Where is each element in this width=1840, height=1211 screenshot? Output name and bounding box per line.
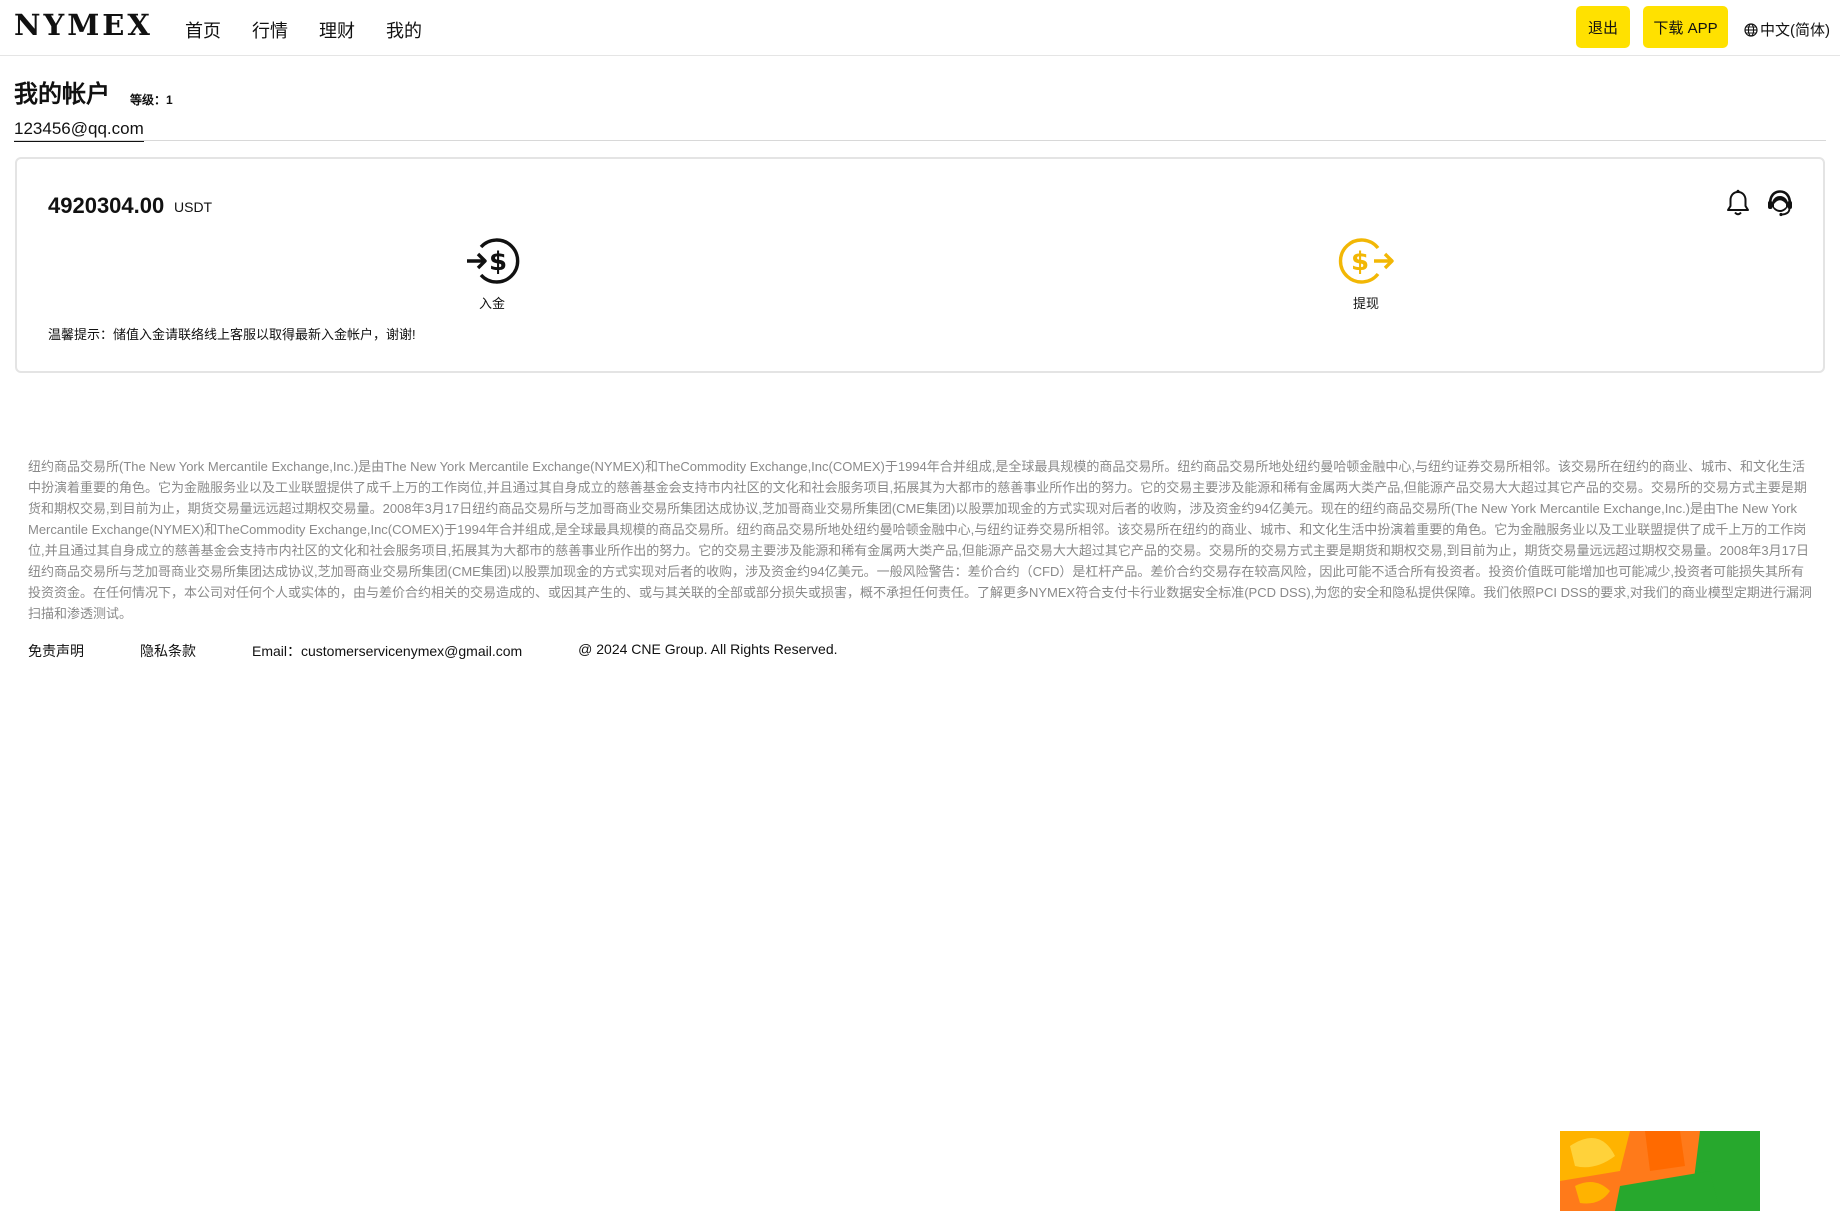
disclaimer-link[interactable]: 免责声明 [28, 641, 84, 661]
language-selector[interactable]: 中文(简体) [1744, 19, 1830, 40]
footer-email: Email：customerservicenymex@gmail.com [252, 643, 523, 659]
svg-text:$: $ [1351, 247, 1369, 277]
nav-finance[interactable]: 理财 [319, 17, 355, 43]
footer-disclaimer: 纽约商品交易所(The New York Mercantile Exchange… [28, 459, 1812, 621]
top-header: NYMEX 首页 行情 理财 我的 退出 下载 APP 中文(简体) [0, 0, 1840, 56]
nymex-logo[interactable]: NYMEX [14, 8, 153, 42]
globe-icon [1744, 22, 1758, 37]
language-label: 中文(简体) [1760, 22, 1830, 39]
floating-promo-badge[interactable] [1560, 1131, 1760, 1211]
nav-mine[interactable]: 我的 [386, 17, 422, 43]
main-nav: 首页 行情 理财 我的 [185, 17, 453, 43]
download-app-button[interactable]: 下载 APP [1643, 6, 1728, 48]
footer-copyright: @ 2024 CNE Group. All Rights Reserved. [578, 641, 838, 657]
withdraw-label: 提现 [1352, 296, 1379, 311]
customer-service-icon[interactable] [1765, 188, 1795, 223]
balance-currency: USDT [174, 199, 213, 215]
nav-market[interactable]: 行情 [252, 17, 288, 43]
balance-card: 4920304.00 USDT $ 入金 $ 提现 温馨提示：储值入金请联络线上… [15, 157, 1825, 373]
privacy-link[interactable]: 隐私条款 [140, 641, 196, 661]
withdraw-icon: $ [1338, 238, 1394, 284]
divider [14, 140, 1826, 141]
withdraw-button[interactable]: $ 提现 [1326, 235, 1406, 312]
footer-links: 免责声明 隐私条款 Email：customerservicenymex@gma… [28, 641, 894, 661]
page-title: 我的帐户 [14, 81, 110, 108]
deposit-label: 入金 [478, 296, 505, 311]
bell-icon[interactable] [1725, 189, 1751, 222]
account-email: 123456@qq.com [14, 119, 144, 142]
deposit-tip: 温馨提示：储值入金请联络线上客服以取得最新入金帐户，谢谢! [48, 327, 416, 342]
deposit-button[interactable]: $ 入金 [452, 235, 532, 312]
logout-button[interactable]: 退出 [1576, 6, 1630, 48]
svg-text:$: $ [489, 247, 507, 277]
nav-home[interactable]: 首页 [185, 17, 221, 43]
balance-amount: 4920304.00 [48, 193, 165, 218]
deposit-icon: $ [467, 238, 520, 284]
account-level: 等级：1 [130, 93, 173, 107]
